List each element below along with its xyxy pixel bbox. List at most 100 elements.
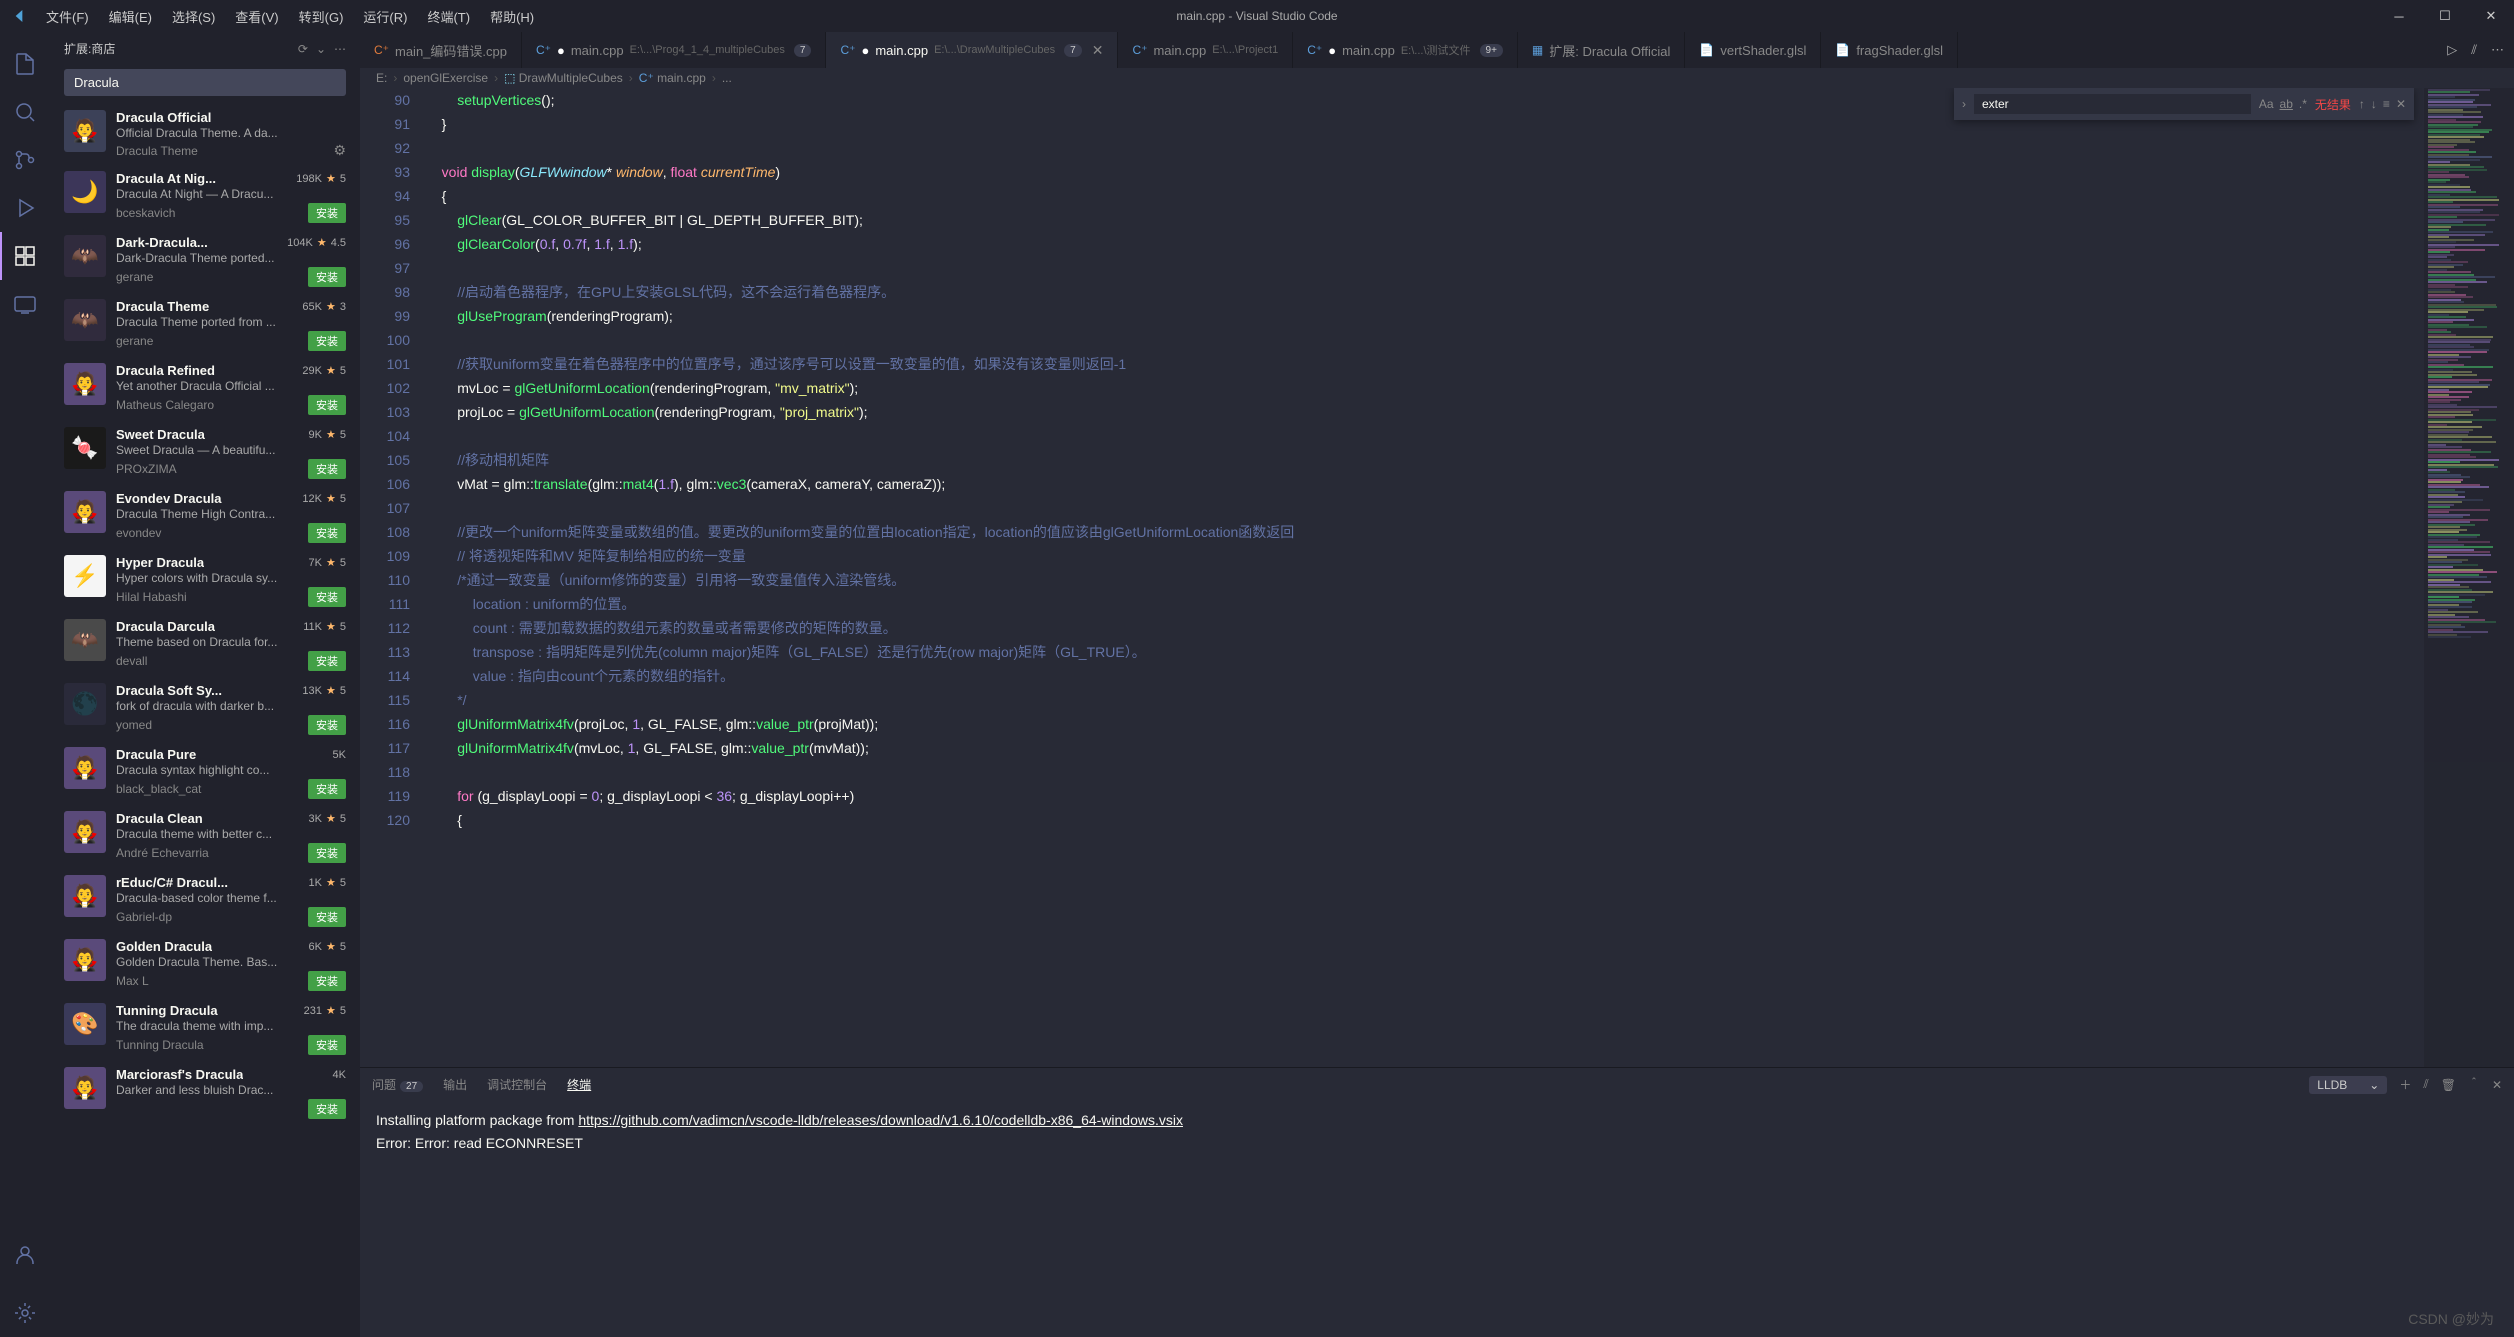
extension-item[interactable]: 🧛 Golden Dracula 6K ★ 5 Golden Dracula T… bbox=[50, 933, 360, 997]
install-button[interactable]: 安装 bbox=[308, 587, 346, 607]
gear-icon[interactable]: ⚙ bbox=[333, 142, 346, 159]
menu-item[interactable]: 转到(G) bbox=[289, 6, 354, 29]
panel-tab[interactable]: 问题27 bbox=[372, 1072, 423, 1097]
panel-tab[interactable]: 输出 bbox=[443, 1072, 467, 1097]
extension-search-input[interactable]: Dracula bbox=[64, 69, 346, 96]
file-type-icon: C⁺ bbox=[1132, 43, 1147, 57]
remote-icon[interactable] bbox=[0, 280, 50, 328]
extension-item[interactable]: 🧛 Dracula Pure 5K Dracula syntax highlig… bbox=[50, 741, 360, 805]
minimap[interactable] bbox=[2424, 88, 2514, 1067]
menu-item[interactable]: 编辑(E) bbox=[99, 6, 162, 29]
extension-item[interactable]: 🦇 Dracula Darcula 11K ★ 5 Theme based on… bbox=[50, 613, 360, 677]
more-icon[interactable]: ⋯ bbox=[334, 42, 346, 56]
kill-terminal-icon[interactable]: 🗑 bbox=[2441, 1078, 2456, 1092]
match-case-icon[interactable]: Aa bbox=[2259, 97, 2274, 111]
regex-icon[interactable]: .* bbox=[2299, 97, 2307, 111]
extension-item[interactable]: ⚡ Hyper Dracula 7K ★ 5 Hyper colors with… bbox=[50, 549, 360, 613]
close-find-icon[interactable]: ✕ bbox=[2396, 97, 2406, 111]
more-actions-icon[interactable]: ⋯ bbox=[2491, 42, 2504, 58]
extension-item[interactable]: 🧛 Evondev Dracula 12K ★ 5 Dracula Theme … bbox=[50, 485, 360, 549]
find-expand-icon[interactable]: › bbox=[1962, 97, 1966, 111]
extension-item[interactable]: 🦇 Dark-Dracula... 104K ★ 4.5 Dark-Dracul… bbox=[50, 229, 360, 293]
menu-item[interactable]: 选择(S) bbox=[162, 6, 225, 29]
menu-item[interactable]: 帮助(H) bbox=[480, 6, 544, 29]
extension-item[interactable]: 🧛 Dracula Official Official Dracula Them… bbox=[50, 104, 360, 165]
maximize-panel-icon[interactable]: ＾ bbox=[2468, 1076, 2480, 1093]
extension-item[interactable]: 🧛 Dracula Refined 29K ★ 5 Yet another Dr… bbox=[50, 357, 360, 421]
split-terminal-icon[interactable]: ⫽ bbox=[2423, 1077, 2428, 1092]
close-tab-icon[interactable]: ✕ bbox=[1092, 42, 1104, 59]
editor-tab[interactable]: C⁺●main.cppE:\...\Prog4_1_4_multipleCube… bbox=[522, 32, 827, 68]
find-in-selection-icon[interactable]: ≡ bbox=[2383, 97, 2390, 111]
menu-item[interactable]: 查看(V) bbox=[225, 6, 288, 29]
search-nav-icon[interactable] bbox=[0, 88, 50, 136]
menu-item[interactable]: 文件(F) bbox=[36, 6, 99, 29]
match-word-icon[interactable]: ab bbox=[2280, 97, 2293, 111]
explorer-icon[interactable] bbox=[0, 40, 50, 88]
breadcrumb-segment[interactable]: openGlExercise bbox=[403, 71, 488, 85]
next-match-icon[interactable]: ↓ bbox=[2371, 97, 2377, 111]
editor-tab[interactable]: C⁺main_编码错误.cpp bbox=[360, 32, 522, 68]
split-editor-icon[interactable]: ⫽ bbox=[2471, 42, 2477, 58]
install-button[interactable]: 安装 bbox=[308, 1035, 346, 1055]
extension-item[interactable]: 🦇 Dracula Theme 65K ★ 3 Dracula Theme po… bbox=[50, 293, 360, 357]
breadcrumb-segment[interactable]: C⁺ main.cpp bbox=[639, 71, 706, 85]
extension-icon: 🍬 bbox=[64, 427, 106, 469]
code-editor[interactable]: setupVertices(); } void display(GLFWwind… bbox=[430, 88, 2424, 1067]
install-button[interactable]: 安装 bbox=[308, 779, 346, 799]
minimize-button[interactable]: ─ bbox=[2376, 0, 2422, 32]
sidebar-title: 扩展:商店 bbox=[64, 40, 115, 57]
install-button[interactable]: 安装 bbox=[308, 395, 346, 415]
install-button[interactable]: 安装 bbox=[308, 267, 346, 287]
close-panel-icon[interactable]: ✕ bbox=[2492, 1078, 2502, 1092]
close-window-button[interactable]: ✕ bbox=[2468, 0, 2514, 32]
install-button[interactable]: 安装 bbox=[308, 1099, 346, 1119]
run-debug-icon[interactable] bbox=[0, 184, 50, 232]
extension-item[interactable]: 🧛 Dracula Clean 3K ★ 5 Dracula theme wit… bbox=[50, 805, 360, 869]
install-button[interactable]: 安装 bbox=[308, 907, 346, 927]
menu-item[interactable]: 终端(T) bbox=[417, 6, 480, 29]
breadcrumb[interactable]: E:›openGlExercise›⬚ DrawMultipleCubes›C⁺… bbox=[360, 68, 2514, 88]
install-button[interactable]: 安装 bbox=[308, 523, 346, 543]
find-input[interactable] bbox=[1974, 94, 2251, 114]
install-button[interactable]: 安装 bbox=[308, 203, 346, 223]
menu-item[interactable]: 运行(R) bbox=[353, 6, 417, 29]
install-button[interactable]: 安装 bbox=[308, 715, 346, 735]
terminal-selector[interactable]: LLDB ⌄ bbox=[2309, 1076, 2387, 1094]
extension-item[interactable]: 🧛 Marciorasf's Dracula 4K Darker and les… bbox=[50, 1061, 360, 1125]
install-button[interactable]: 安装 bbox=[308, 651, 346, 671]
extension-item[interactable]: 🎨 Tunning Dracula 231 ★ 5 The dracula th… bbox=[50, 997, 360, 1061]
panel-tab[interactable]: 终端 bbox=[567, 1072, 591, 1097]
panel-tab[interactable]: 调试控制台 bbox=[487, 1072, 547, 1097]
breadcrumb-segment[interactable]: ⬚ DrawMultipleCubes bbox=[504, 71, 623, 85]
install-button[interactable]: 安装 bbox=[308, 459, 346, 479]
extension-item[interactable]: 🌙 Dracula At Nig... 198K ★ 5 Dracula At … bbox=[50, 165, 360, 229]
breadcrumb-segment[interactable]: E: bbox=[376, 71, 387, 85]
new-terminal-icon[interactable]: ＋ bbox=[2399, 1076, 2411, 1093]
editor-tab[interactable]: 📄fragShader.glsl bbox=[1821, 32, 1958, 68]
prev-match-icon[interactable]: ↑ bbox=[2359, 97, 2365, 111]
extension-item[interactable]: 🌑 Dracula Soft Sy... 13K ★ 5 fork of dra… bbox=[50, 677, 360, 741]
terminal-content[interactable]: Installing platform package from https:/… bbox=[360, 1101, 2514, 1337]
editor-tab[interactable]: C⁺●main.cppE:\...\测试文件9+ bbox=[1293, 32, 1518, 68]
clear-icon[interactable]: ⌄ bbox=[316, 42, 326, 56]
run-file-icon[interactable]: ▷ bbox=[2447, 42, 2457, 58]
install-button[interactable]: 安装 bbox=[308, 331, 346, 351]
extension-author: Matheus Calegaro bbox=[116, 398, 214, 412]
filter-icon[interactable]: ⟳ bbox=[298, 42, 308, 56]
editor-tab[interactable]: ▦扩展: Dracula Official bbox=[1518, 32, 1685, 68]
settings-nav-icon[interactable] bbox=[0, 1289, 50, 1337]
source-control-icon[interactable] bbox=[0, 136, 50, 184]
accounts-icon[interactable] bbox=[0, 1231, 50, 1279]
install-button[interactable]: 安装 bbox=[308, 971, 346, 991]
install-button[interactable]: 安装 bbox=[308, 843, 346, 863]
maximize-button[interactable]: ☐ bbox=[2422, 0, 2468, 32]
editor-tab[interactable]: C⁺●main.cppE:\...\DrawMultipleCubes7✕ bbox=[826, 32, 1118, 68]
extensions-icon[interactable] bbox=[0, 232, 50, 280]
breadcrumb-segment[interactable]: ... bbox=[722, 71, 732, 85]
editor-tab[interactable]: C⁺main.cppE:\...\Project1 bbox=[1118, 32, 1293, 68]
extension-item[interactable]: 🧛 rEduc/C# Dracul... 1K ★ 5 Dracula-base… bbox=[50, 869, 360, 933]
terminal-link[interactable]: https://github.com/vadimcn/vscode-lldb/r… bbox=[578, 1112, 1183, 1128]
editor-tab[interactable]: 📄vertShader.glsl bbox=[1685, 32, 1821, 68]
extension-item[interactable]: 🍬 Sweet Dracula 9K ★ 5 Sweet Dracula — A… bbox=[50, 421, 360, 485]
